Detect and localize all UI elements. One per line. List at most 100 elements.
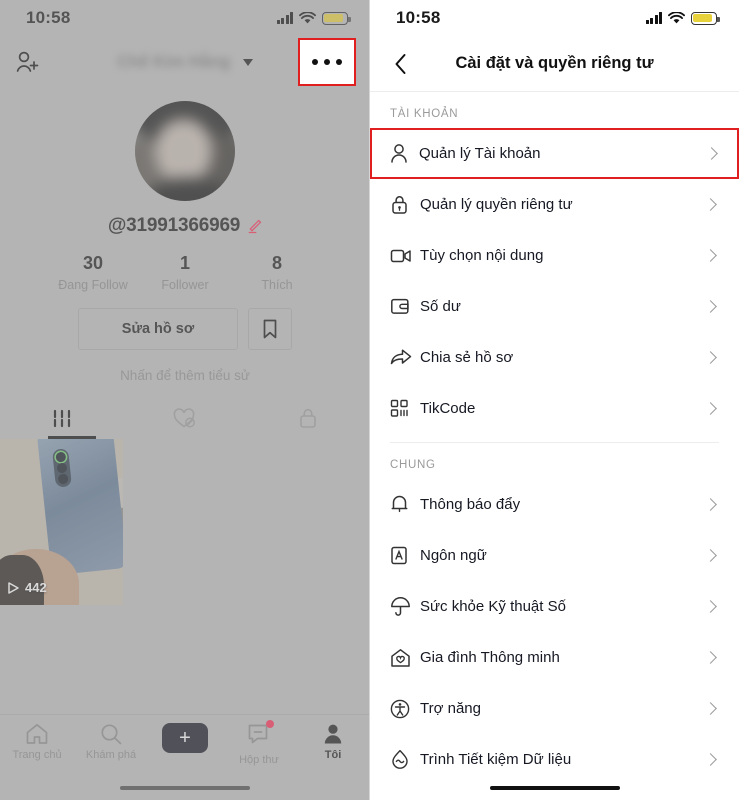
menu-item-chia-se-ho-so[interactable]: Chia sẻ hồ sơ [370, 332, 739, 383]
nav-discover[interactable]: Khám phá [74, 723, 148, 761]
qr-code-icon [390, 399, 408, 417]
chevron-right-icon [704, 198, 717, 211]
menu-item-tuy-chon-noi-dung[interactable]: Tùy chọn nội dung [370, 230, 739, 281]
chevron-right-icon [704, 651, 717, 664]
data-saver-icon [392, 749, 408, 769]
menu-item-label: TikCode [420, 400, 476, 417]
status-bar-right: 10:58 [370, 0, 739, 36]
nav-create[interactable]: + [148, 723, 222, 757]
bookmark-button[interactable] [248, 308, 292, 350]
profile-handle-row: @31991366969 [0, 215, 370, 237]
search-icon [101, 724, 122, 745]
menu-item-so-du[interactable]: Số dư [370, 281, 739, 332]
back-button[interactable] [386, 49, 416, 79]
chevron-right-icon [704, 702, 717, 715]
menu-item-label: Gia đình Thông minh [420, 649, 560, 666]
lock-icon [392, 196, 407, 214]
menu-item-label: Trợ năng [420, 700, 481, 717]
video-thumbnail[interactable]: 442 [0, 439, 123, 605]
tab-posts[interactable] [0, 399, 123, 437]
more-options-button[interactable] [298, 38, 356, 86]
wifi-icon [668, 11, 685, 23]
settings-header: Cài đặt và quyền riêng tư [370, 36, 739, 92]
menu-item-label: Sức khỏe Kỹ thuật Số [420, 598, 566, 615]
video-views: 442 [8, 580, 47, 595]
chevron-left-icon [395, 53, 406, 74]
stat-label: Đang Follow [58, 278, 128, 292]
nav-inbox[interactable]: Hộp thư [222, 720, 296, 766]
stat-followers[interactable]: 1 Follower [139, 253, 231, 292]
plus-icon[interactable]: + [158, 723, 212, 753]
wifi-icon [299, 11, 316, 23]
stat-likes[interactable]: 8 Thích [231, 253, 323, 292]
home-indicator [489, 785, 620, 790]
chevron-right-icon [704, 402, 717, 415]
bell-icon [391, 495, 408, 513]
dual-phone-screenshot: 10:58 Chế Kim Hằng @31991366969 30 Đang … [0, 0, 739, 800]
view-count: 442 [25, 580, 47, 595]
section-label-general: CHUNG [390, 459, 436, 471]
video-camera-icon [390, 249, 411, 262]
person-icon [391, 144, 407, 163]
nav-label: Hộp thư [239, 754, 279, 766]
stat-following[interactable]: 30 Đang Follow [47, 253, 139, 292]
nav-label: Trang chủ [12, 749, 62, 761]
menu-item-trinh-tiet-kiem-du-lieu[interactable]: Trình Tiết kiệm Dữ liệu [370, 734, 739, 785]
menu-item-thong-bao-day[interactable]: Thông báo đẩy [370, 479, 739, 530]
menu-item-label: Số dư [420, 298, 461, 315]
nav-label: Khám phá [85, 749, 137, 761]
share-arrow-icon [390, 349, 412, 365]
profile-name: Chế Kim Hằng [117, 52, 231, 71]
menu-item-quan-ly-tai-khoan[interactable]: Quản lý Tài khoản [370, 128, 739, 179]
chevron-right-icon [704, 249, 717, 262]
stat-value: 30 [82, 253, 104, 273]
battery-icon [691, 11, 720, 25]
menu-item-quan-ly-quyen-rieng-tu[interactable]: Quản lý quyền riêng tư [370, 179, 739, 230]
menu-item-suc-khoe-ky-thuat-so[interactable]: Sức khỏe Kỹ thuật Số [370, 581, 739, 632]
profile-top-bar: Chế Kim Hằng [0, 36, 370, 88]
menu-item-tro-nang[interactable]: Trợ năng [370, 683, 739, 734]
section-label-account: TÀI KHOẢN [390, 108, 459, 120]
panel-divider [369, 0, 370, 800]
tab-private[interactable] [247, 399, 370, 437]
nav-home[interactable]: Trang chủ [0, 723, 74, 761]
profile-tabs [0, 399, 370, 439]
status-time: 10:58 [26, 8, 71, 27]
menu-item-gia-dinh-thong-minh[interactable]: Gia đình Thông minh [370, 632, 739, 683]
stat-label: Follower [161, 278, 209, 292]
signal-bars-icon [645, 12, 662, 24]
signal-bars-icon [276, 12, 293, 24]
home-icon [26, 723, 48, 744]
bio-placeholder[interactable]: Nhấn để thêm tiểu sử [0, 368, 370, 383]
home-heart-icon [391, 648, 410, 667]
chevron-down-icon [242, 58, 253, 66]
video-grid: 442 [0, 439, 370, 605]
menu-item-tikcode[interactable]: TikCode [370, 383, 739, 434]
menu-item-label: Quản lý Tài khoản [419, 145, 541, 162]
page-title: Cài đặt và quyền riêng tư [455, 54, 654, 72]
menu-item-label: Chia sẻ hồ sơ [420, 349, 514, 366]
avatar[interactable] [135, 101, 235, 201]
menu-item-ngon-ngu[interactable]: Ngôn ngữ [370, 530, 739, 581]
bottom-navigation: Trang chủ Khám phá + Hộp thư Tôi [0, 714, 370, 800]
menu-item-label: Tùy chọn nội dung [420, 247, 544, 264]
right-settings-screen: 10:58 Cài đặt và quyền riêng tư TÀI KHOẢ… [370, 0, 739, 800]
add-person-icon[interactable] [16, 51, 40, 73]
heart-liked-icon [173, 407, 195, 428]
edit-profile-button[interactable]: Sửa hồ sơ [78, 308, 238, 350]
profile-handle: @31991366969 [107, 215, 241, 236]
battery-icon [322, 11, 351, 25]
pencil-icon[interactable] [247, 219, 262, 234]
menu-item-label: Thông báo đẩy [420, 496, 521, 513]
menu-item-label: Quản lý quyền riêng tư [420, 196, 573, 213]
inbox-badge [266, 720, 274, 728]
left-profile-screen: 10:58 Chế Kim Hằng @31991366969 30 Đang … [0, 0, 370, 800]
nav-profile[interactable]: Tôi [296, 723, 370, 761]
stat-label: Thích [261, 278, 293, 292]
chevron-right-icon [704, 753, 717, 766]
chevron-right-icon [704, 600, 717, 613]
menu-item-label: Ngôn ngữ [420, 547, 487, 564]
tab-liked[interactable] [123, 399, 246, 437]
chevron-right-icon [704, 498, 717, 511]
accessibility-icon [390, 699, 410, 718]
